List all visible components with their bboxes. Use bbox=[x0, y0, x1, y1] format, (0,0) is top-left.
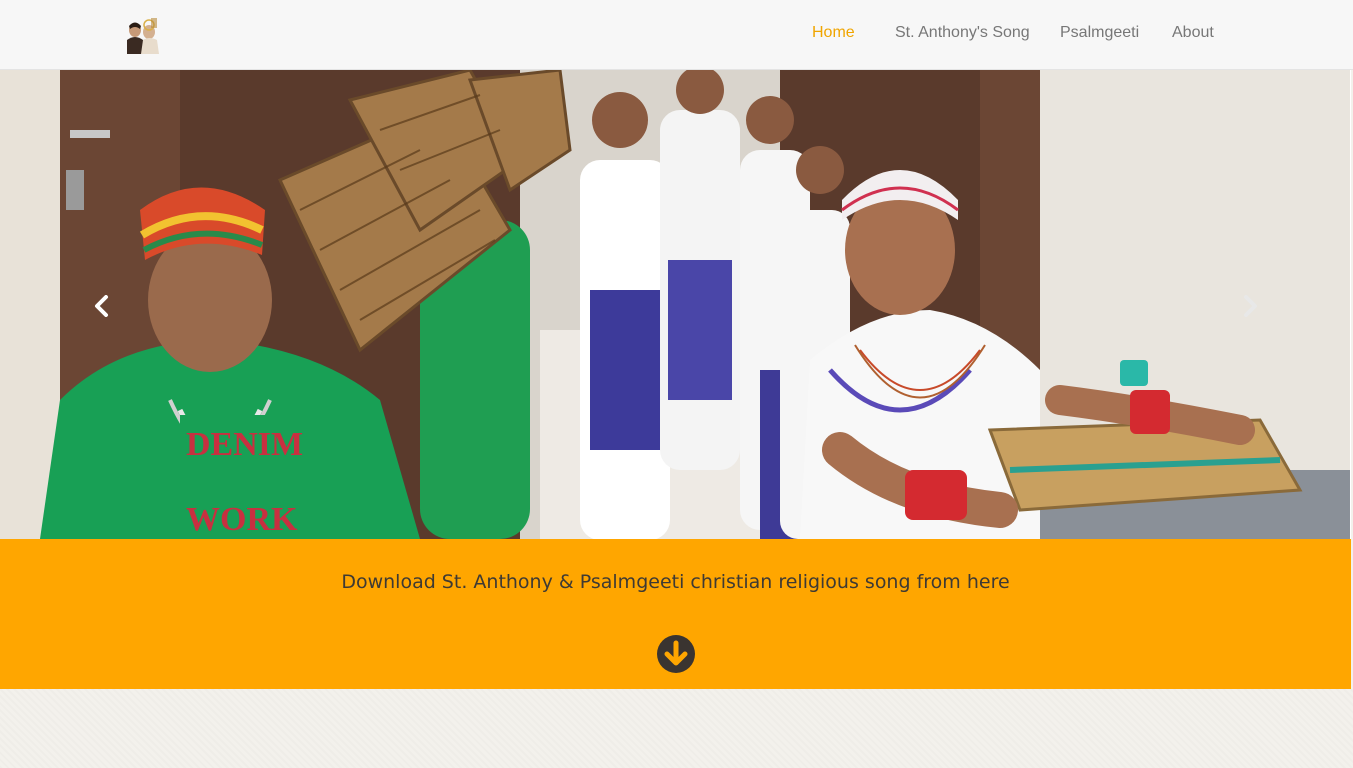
arrow-down-circle-icon bbox=[657, 635, 695, 673]
download-button[interactable] bbox=[656, 634, 696, 674]
chevron-right-icon bbox=[1244, 295, 1257, 317]
svg-text:DENIM: DENIM bbox=[186, 426, 303, 463]
chevron-left-icon bbox=[95, 295, 108, 317]
nav-item-psalmgeeti[interactable]: Psalmgeeti bbox=[1060, 24, 1139, 42]
nav-menu: Home St. Anthony's Song Psalmgeeti About bbox=[0, 0, 1353, 70]
navbar: Home St. Anthony's Song Psalmgeeti About bbox=[0, 0, 1353, 70]
svg-text:WORK: WORK bbox=[186, 501, 298, 538]
hero-carousel: DENIM WORK bbox=[0, 70, 1351, 539]
nav-item-st-anthonys-song[interactable]: St. Anthony's Song bbox=[895, 24, 1030, 42]
nav-item-about[interactable]: About bbox=[1172, 24, 1214, 42]
nav-item-home[interactable]: Home bbox=[812, 24, 855, 42]
carousel-next-button[interactable] bbox=[1232, 288, 1268, 324]
hero-image: DENIM WORK bbox=[0, 70, 1351, 539]
content-area bbox=[0, 689, 1353, 768]
carousel-prev-button[interactable] bbox=[84, 288, 120, 324]
download-banner: Download St. Anthony & Psalmgeeti christ… bbox=[0, 539, 1351, 689]
banner-headline: Download St. Anthony & Psalmgeeti christ… bbox=[341, 571, 1010, 593]
